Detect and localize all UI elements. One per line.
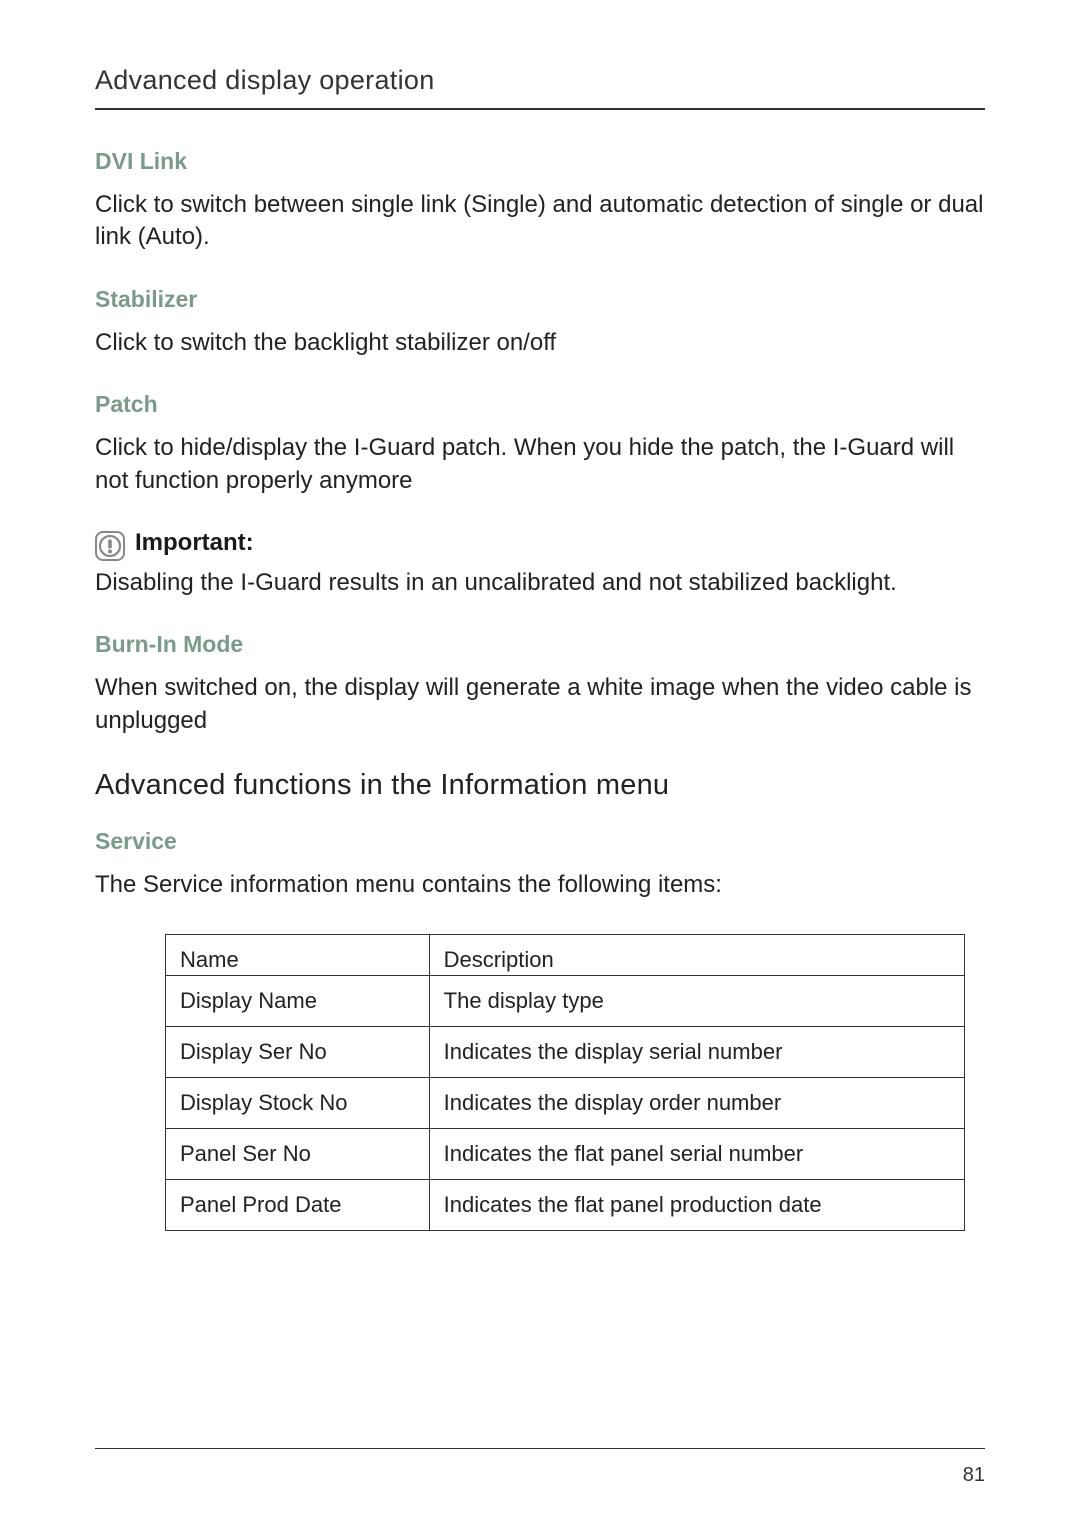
header-divider xyxy=(95,108,985,110)
table-cell-description: Indicates the display order number xyxy=(429,1077,964,1128)
dvi-link-heading: DVI Link xyxy=(95,148,985,175)
dvi-link-body: Click to switch between single link (Sin… xyxy=(95,189,985,254)
table-row: Display Stock No Indicates the display o… xyxy=(166,1077,965,1128)
table-cell-name: Display Ser No xyxy=(166,1026,430,1077)
service-heading: Service xyxy=(95,828,985,855)
patch-heading: Patch xyxy=(95,391,985,418)
table-row: Display Name The display type xyxy=(166,975,965,1026)
stabilizer-body: Click to switch the backlight stabilizer… xyxy=(95,327,985,359)
important-callout: Important: xyxy=(95,529,985,561)
table-cell-description: Indicates the display serial number xyxy=(429,1026,964,1077)
patch-body: Click to hide/display the I-Guard patch.… xyxy=(95,432,985,497)
important-label: Important: xyxy=(135,529,254,557)
table-cell-name: Display Name xyxy=(166,975,430,1026)
table-row: Display Ser No Indicates the display ser… xyxy=(166,1026,965,1077)
page-header-title: Advanced display operation xyxy=(95,65,985,96)
table-cell-name: Panel Ser No xyxy=(166,1128,430,1179)
table-cell-description: The display type xyxy=(429,975,964,1026)
page-number: 81 xyxy=(963,1464,985,1487)
burn-in-heading: Burn-In Mode xyxy=(95,631,985,658)
table-header-description: Description xyxy=(429,934,964,975)
stabilizer-heading: Stabilizer xyxy=(95,286,985,313)
info-menu-title: Advanced functions in the Information me… xyxy=(95,769,985,802)
burn-in-body: When switched on, the display will gener… xyxy=(95,672,985,737)
table-cell-description: Indicates the flat panel production date xyxy=(429,1179,964,1230)
table-row: Panel Prod Date Indicates the flat panel… xyxy=(166,1179,965,1230)
important-body: Disabling the I-Guard results in an unca… xyxy=(95,567,985,599)
table-row: Panel Ser No Indicates the flat panel se… xyxy=(166,1128,965,1179)
important-icon xyxy=(95,531,125,561)
table-cell-name: Display Stock No xyxy=(166,1077,430,1128)
table-cell-name: Panel Prod Date xyxy=(166,1179,430,1230)
footer-divider xyxy=(95,1448,985,1449)
table-header-name: Name xyxy=(166,934,430,975)
service-table-wrap: Name Description Display Name The displa… xyxy=(95,934,985,1231)
table-header-row: Name Description xyxy=(166,934,965,975)
service-table: Name Description Display Name The displa… xyxy=(165,934,965,1231)
service-body: The Service information menu contains th… xyxy=(95,869,985,901)
table-cell-description: Indicates the flat panel serial number xyxy=(429,1128,964,1179)
